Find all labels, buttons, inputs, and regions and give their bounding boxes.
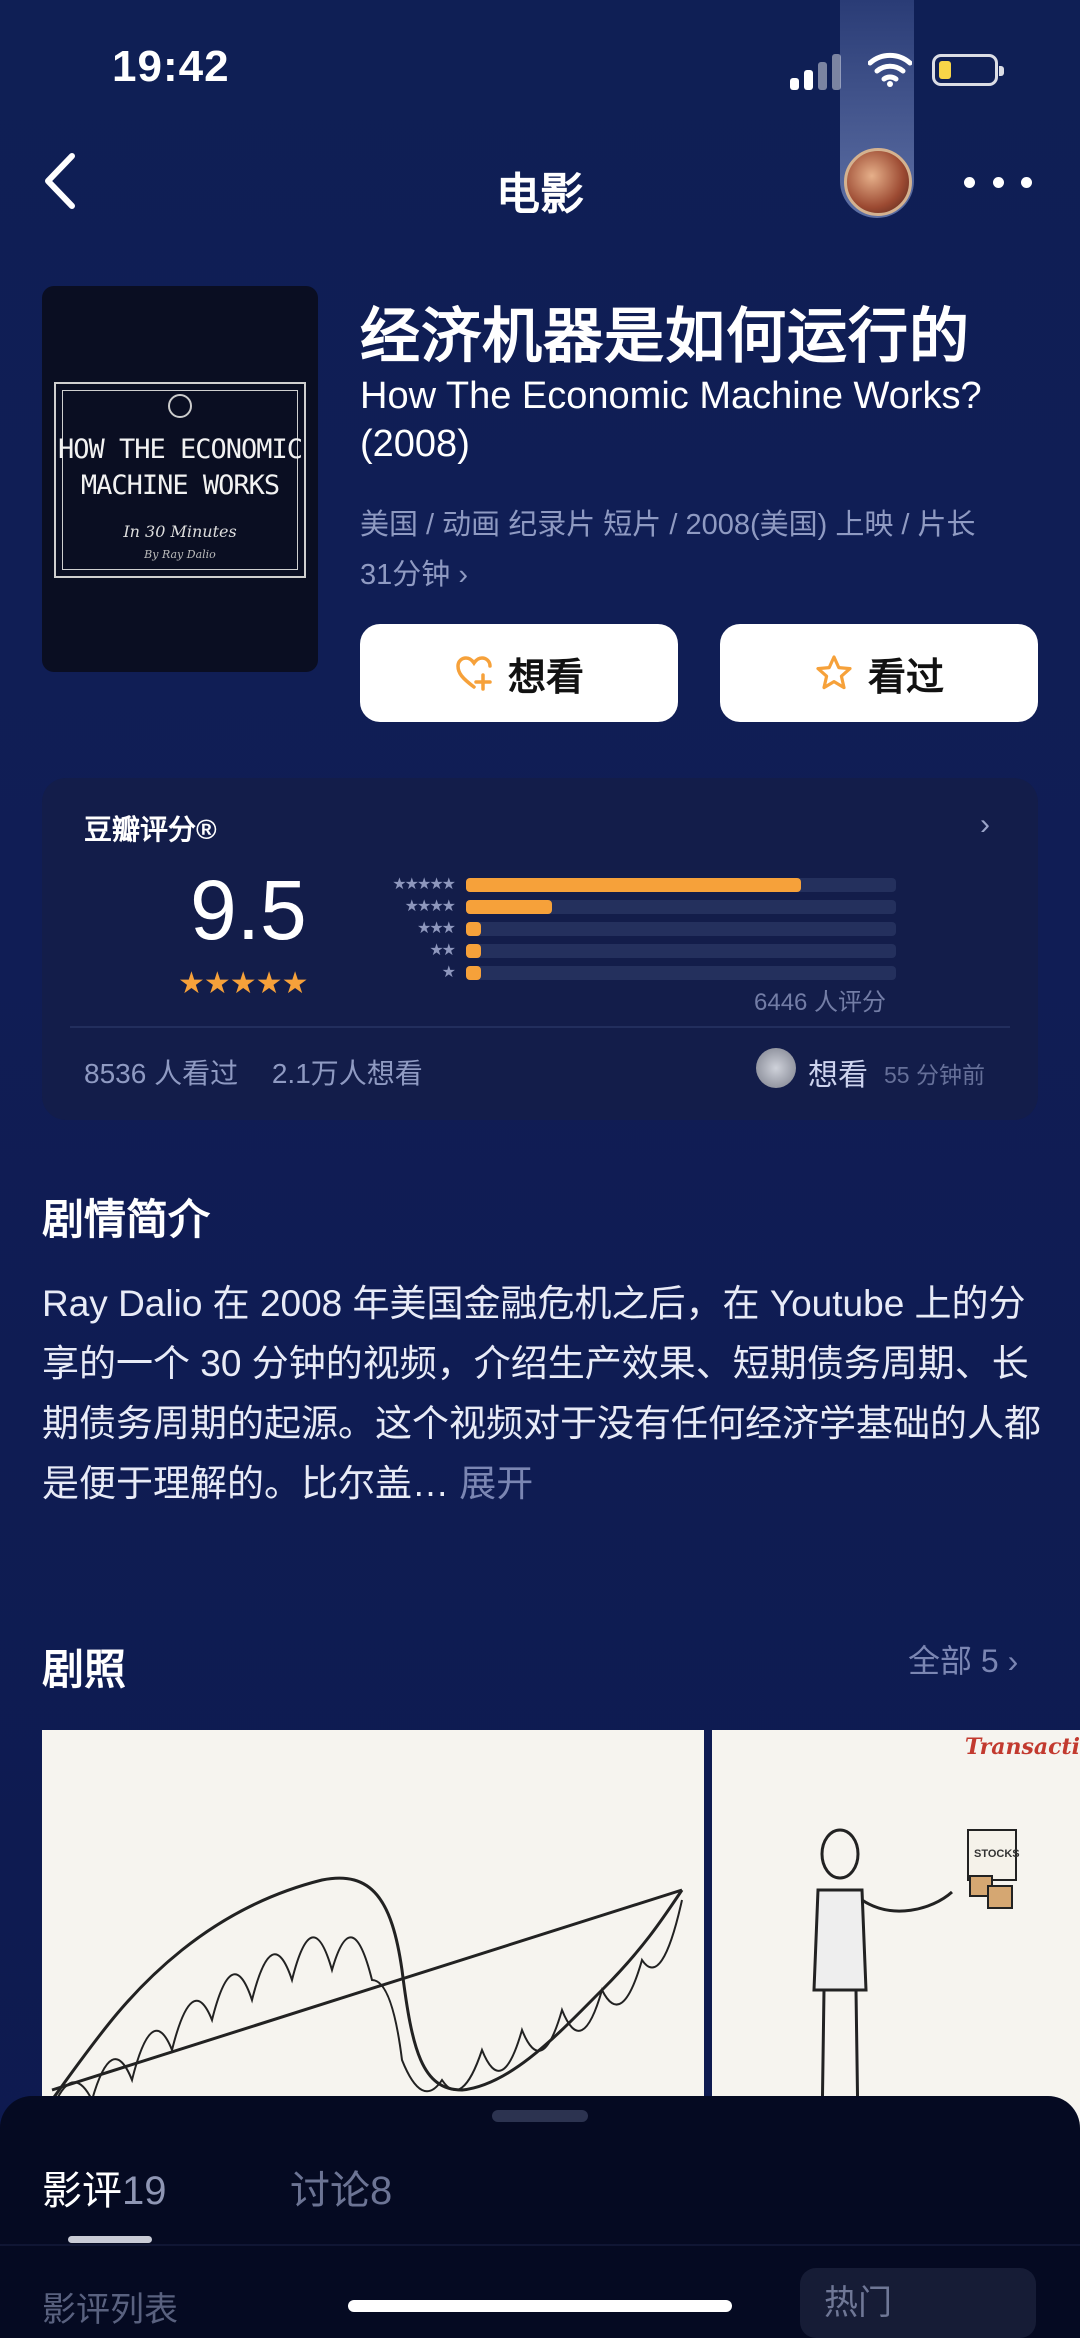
wanted-count: 2.1万人想看 — [271, 1058, 423, 1089]
user-avatar[interactable] — [844, 148, 912, 216]
still2-tag: Transacti — [964, 1734, 1080, 1760]
poster-ornament-icon — [168, 394, 192, 418]
rating-dist-stars: ★★★★ — [404, 898, 456, 915]
friend-avatar[interactable] — [756, 1048, 796, 1088]
friend-time: 55 分钟前 — [884, 1062, 985, 1088]
rating-dist-fill — [466, 966, 482, 980]
watch-stats: 8536 人看过 2.1万人想看 — [84, 1052, 449, 1092]
heart-plus-icon — [456, 656, 492, 691]
rating-dist-fill — [466, 900, 552, 914]
rating-dist-track — [466, 922, 896, 936]
rating-score: 9.5 — [190, 863, 307, 957]
rating-dist-track — [466, 878, 896, 892]
rating-dist-track — [466, 966, 896, 980]
rating-count: 6446 人评分 — [754, 989, 887, 1016]
synopsis-body: Ray Dalio 在 2008 年美国金融危机之后，在 Youtube 上的分… — [42, 1283, 1041, 1504]
chevron-right-icon[interactable]: › — [980, 808, 990, 842]
rating-dist-stars: ★★ — [429, 942, 456, 959]
stills-all-link[interactable]: 全部 5 › — [908, 1636, 1018, 1682]
wifi-icon — [868, 52, 912, 87]
rating-dist-row: ★★★★ — [348, 898, 896, 915]
synopsis-title: 剧情简介 — [42, 1196, 211, 1243]
poster-byline: By Ray Dalio — [144, 548, 216, 561]
rating-label: 豆瓣评分® — [84, 814, 217, 845]
rating-dist-track — [466, 900, 896, 914]
synopsis-text[interactable]: Ray Dalio 在 2008 年美国金融危机之后，在 Youtube 上的分… — [42, 1274, 1042, 1514]
poster-subtitle: In 30 Minutes — [123, 522, 237, 541]
review-list-label: 影评列表 — [42, 2291, 178, 2329]
tab-reviews-label: 影评 — [42, 2169, 122, 2213]
movie-title-en: How The Economic Machine Works? (2008) — [360, 375, 982, 465]
sheet-divider — [0, 2244, 1080, 2246]
active-tab-indicator — [68, 2236, 152, 2243]
rating-dist-stars: ★★★★★ — [392, 876, 456, 893]
want-to-watch-button[interactable]: 想看 — [360, 624, 678, 722]
home-indicator[interactable] — [348, 2300, 732, 2312]
rating-dist-fill — [466, 922, 482, 936]
rating-dist-row: ★ — [348, 964, 896, 981]
sheet-drag-handle[interactable] — [492, 2110, 588, 2122]
rating-dist-stars: ★★★ — [416, 920, 456, 937]
page-title: 电影 — [496, 170, 584, 219]
economic-cycle-graph-icon — [50, 1876, 684, 2111]
movie-title-cn: 经济机器是如何运行的 — [360, 303, 970, 370]
expand-link[interactable]: 展开 — [459, 1463, 533, 1504]
watched-label: 看过 — [867, 656, 944, 699]
want-label: 想看 — [507, 656, 584, 699]
more-options-icon[interactable] — [964, 168, 1032, 196]
rating-dist-row: ★★★★★ — [348, 876, 896, 893]
rating-dist-fill — [466, 944, 482, 958]
still-image-1[interactable] — [42, 1730, 704, 2130]
tab-reviews[interactable]: 影评19 — [42, 2158, 167, 2216]
rating-dist-fill — [466, 878, 802, 892]
stick-figure-illustration-icon — [812, 1828, 1017, 2130]
star-outline-icon — [816, 655, 852, 690]
rating-dist-track — [466, 944, 896, 958]
tab-discussion[interactable]: 讨论8 — [290, 2158, 392, 2216]
stills-title: 剧照 — [42, 1646, 127, 1693]
poster-title-line1: HOW THE ECONOMIC — [57, 434, 303, 465]
watched-count: 8536 人看过 — [84, 1058, 239, 1089]
still-image-2[interactable]: Transacti STOCKS — [712, 1730, 1080, 2130]
meta-line-2: 31分钟 › — [360, 559, 468, 591]
status-time: 19:42 — [112, 42, 230, 91]
rating-stars: ★★★★★ — [178, 967, 308, 1000]
sort-hot-button[interactable]: 热门 — [800, 2268, 1036, 2338]
movie-poster[interactable]: HOW THE ECONOMIC MACHINE WORKS In 30 Min… — [42, 286, 318, 672]
card-divider — [70, 1026, 1010, 1028]
watched-button[interactable]: 看过 — [720, 624, 1038, 722]
tab-discussion-count: 8 — [370, 2169, 393, 2213]
movie-meta[interactable]: 美国 / 动画 纪录片 短片 / 2008(美国) 上映 / 片长 31分钟 › — [360, 500, 1050, 600]
tab-reviews-count: 19 — [122, 2169, 167, 2213]
poster-title-line2: MACHINE WORKS — [80, 470, 280, 501]
still2-stocks-label: STOCKS — [974, 1848, 1020, 1860]
rating-dist-row: ★★★ — [348, 920, 896, 937]
friend-action: 想看 — [808, 1059, 868, 1092]
meta-line-1: 美国 / 动画 纪录片 短片 / 2008(美国) 上映 / 片长 — [360, 509, 976, 541]
tab-discussion-label: 讨论 — [290, 2169, 370, 2213]
rating-dist-stars: ★ — [441, 964, 456, 981]
signal-icon — [790, 52, 844, 90]
rating-dist-row: ★★ — [348, 942, 896, 959]
battery-icon — [932, 54, 1004, 86]
